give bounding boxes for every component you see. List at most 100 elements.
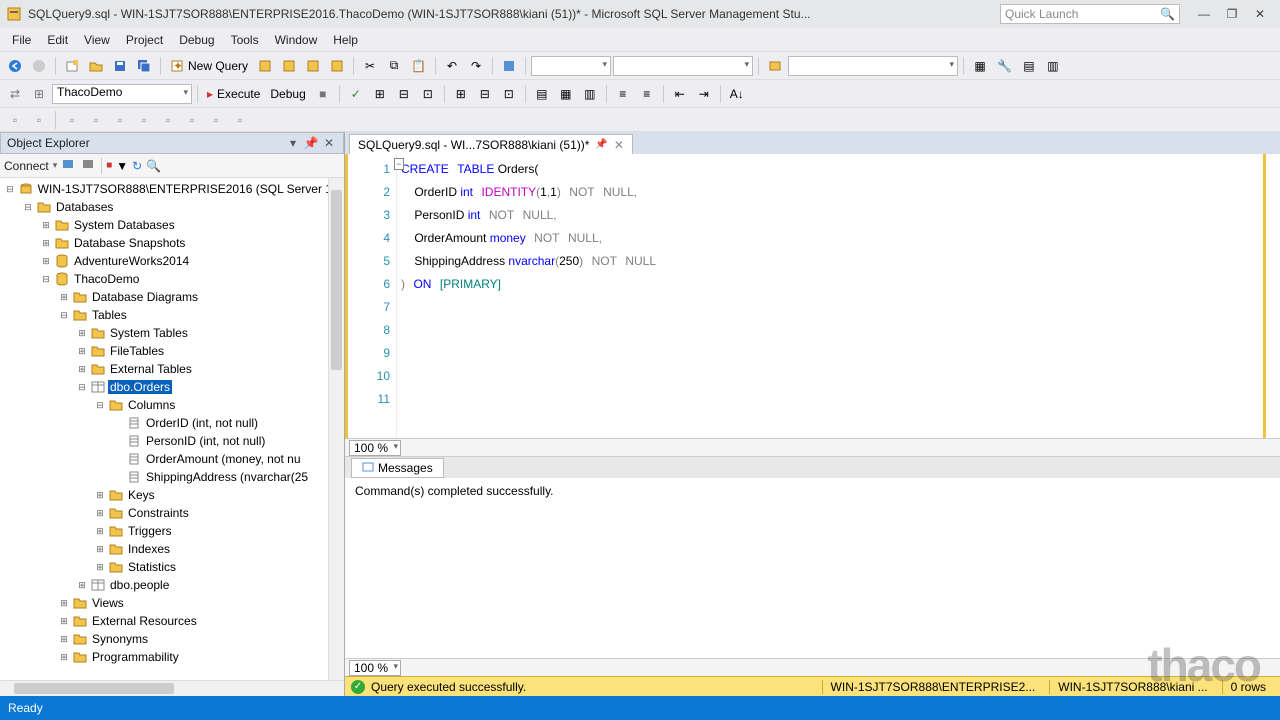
x6-button[interactable]: ▫: [133, 109, 155, 131]
stats-node[interactable]: Statistics: [126, 560, 178, 574]
menu-file[interactable]: File: [4, 30, 39, 50]
editor-tab[interactable]: SQLQuery9.sql - WI...7SOR888\kiani (51))…: [349, 134, 633, 154]
expand-icon[interactable]: ⊞: [58, 598, 70, 609]
dmx-query-button[interactable]: [326, 55, 348, 77]
save-all-button[interactable]: [133, 55, 155, 77]
db-engine-query-button[interactable]: [254, 55, 276, 77]
connect-label[interactable]: Connect: [4, 159, 49, 173]
panel-dropdown-button[interactable]: ▾: [285, 136, 301, 150]
triggers-node[interactable]: Triggers: [126, 524, 174, 538]
stop-icon[interactable]: ■: [106, 160, 112, 171]
execute-button[interactable]: ▸Execute: [203, 83, 264, 105]
expand-icon[interactable]: ⊞: [76, 580, 88, 591]
outline-toggle[interactable]: −: [394, 158, 404, 170]
systables-node[interactable]: System Tables: [108, 326, 190, 340]
code-text[interactable]: −CREATE TABLE Orders( OrderID int IDENTI…: [396, 154, 1266, 438]
x7-button[interactable]: ▫: [157, 109, 179, 131]
cut-button[interactable]: ✂: [359, 55, 381, 77]
columns-node[interactable]: Columns: [126, 398, 177, 412]
col-shipping[interactable]: ShippingAddress (nvarchar(25: [144, 470, 310, 484]
messages-body[interactable]: Command(s) completed successfully.: [345, 478, 1280, 658]
new-query-button[interactable]: ✦ New Query: [166, 55, 252, 77]
nav-back-button[interactable]: [4, 55, 26, 77]
change-connection-button[interactable]: ⇄: [4, 83, 26, 105]
query-options-button[interactable]: ⊟: [393, 83, 415, 105]
analysis-query-button[interactable]: [278, 55, 300, 77]
expand-icon[interactable]: ⊞: [94, 490, 106, 501]
nav-fwd-button[interactable]: [28, 55, 50, 77]
extres-node[interactable]: External Resources: [90, 614, 199, 628]
collapse-icon[interactable]: ⊟: [4, 184, 16, 195]
cancel-query-button[interactable]: ■: [312, 83, 334, 105]
uncomment-button[interactable]: 🔧: [993, 55, 1016, 77]
paste-button[interactable]: 📋: [407, 55, 430, 77]
panel-close-button[interactable]: ✕: [321, 136, 337, 150]
people-node[interactable]: dbo.people: [108, 578, 171, 592]
maximize-button[interactable]: ❐: [1218, 4, 1246, 24]
x5-button[interactable]: ▫: [109, 109, 131, 131]
new-project-button[interactable]: [61, 55, 83, 77]
expand-icon[interactable]: ⊞: [58, 616, 70, 627]
solution-platform-combo[interactable]: [613, 56, 753, 76]
tree-hscrollbar[interactable]: [0, 680, 344, 696]
views-node[interactable]: Views: [90, 596, 126, 610]
collapse-icon[interactable]: ⊟: [76, 382, 88, 393]
zoom-combo[interactable]: 100 %: [349, 440, 401, 456]
indent-button[interactable]: ▤: [1018, 55, 1040, 77]
quick-launch-input[interactable]: Quick Launch 🔍: [1000, 4, 1180, 24]
activity-monitor-button[interactable]: [498, 55, 520, 77]
expand-icon[interactable]: ⊞: [76, 364, 88, 375]
x8-button[interactable]: ▫: [181, 109, 203, 131]
include-live-button[interactable]: ⊡: [498, 83, 520, 105]
close-button[interactable]: ✕: [1246, 4, 1274, 24]
dbsnap-node[interactable]: Database Snapshots: [72, 236, 187, 250]
uncomment-sel-button[interactable]: ≡: [636, 83, 658, 105]
debug-button[interactable]: Debug: [266, 83, 309, 105]
constraints-node[interactable]: Constraints: [126, 506, 191, 520]
available-db-button[interactable]: ⊞: [28, 83, 50, 105]
sysdb-node[interactable]: System Databases: [72, 218, 177, 232]
expand-icon[interactable]: ⊞: [40, 220, 52, 231]
x2-button[interactable]: ▫: [28, 109, 50, 131]
connect-icon[interactable]: [61, 157, 77, 174]
indexes-node[interactable]: Indexes: [126, 542, 172, 556]
collapse-icon[interactable]: ⊟: [58, 310, 70, 321]
x10-button[interactable]: ▫: [229, 109, 251, 131]
filter-icon[interactable]: ▼: [116, 159, 128, 173]
expand-icon[interactable]: ⊞: [76, 346, 88, 357]
collapse-icon[interactable]: ⊟: [22, 202, 34, 213]
menu-edit[interactable]: Edit: [39, 30, 76, 50]
expand-icon[interactable]: ⊞: [94, 526, 106, 537]
keys-node[interactable]: Keys: [126, 488, 157, 502]
object-tree[interactable]: ⊟WIN-1SJT7SOR888\ENTERPRISE2016 (SQL Ser…: [0, 178, 344, 680]
estimated-plan-button[interactable]: ⊞: [369, 83, 391, 105]
tables-node[interactable]: Tables: [90, 308, 129, 322]
prog-node[interactable]: Programmability: [90, 650, 181, 664]
expand-icon[interactable]: ⊞: [58, 634, 70, 645]
expand-icon[interactable]: ⊞: [76, 328, 88, 339]
aw-node[interactable]: AdventureWorks2014: [72, 254, 191, 268]
parse-button[interactable]: ✓: [345, 83, 367, 105]
menu-view[interactable]: View: [76, 30, 118, 50]
expand-icon[interactable]: ⊞: [40, 238, 52, 249]
x3-button[interactable]: ▫: [61, 109, 83, 131]
specify-values-button[interactable]: A↓: [726, 83, 748, 105]
find-combo[interactable]: [788, 56, 958, 76]
synonyms-node[interactable]: Synonyms: [90, 632, 150, 646]
dbdiag-node[interactable]: Database Diagrams: [90, 290, 200, 304]
comment-button[interactable]: ▦: [969, 55, 991, 77]
database-combo[interactable]: ThacoDemo: [52, 84, 192, 104]
comment-sel-button[interactable]: ≡: [612, 83, 634, 105]
solution-config-combo[interactable]: [531, 56, 611, 76]
expand-icon[interactable]: ⊞: [94, 508, 106, 519]
decrease-indent-button[interactable]: ⇤: [669, 83, 691, 105]
expand-icon[interactable]: ⊞: [40, 256, 52, 267]
panel-pin-button[interactable]: 📌: [303, 136, 319, 150]
menu-project[interactable]: Project: [118, 30, 171, 50]
include-stats-button[interactable]: ⊟: [474, 83, 496, 105]
zoom-combo-2[interactable]: 100 %: [349, 660, 401, 676]
tree-vscrollbar[interactable]: [328, 178, 344, 680]
find-button[interactable]: [764, 55, 786, 77]
server-node[interactable]: WIN-1SJT7SOR888\ENTERPRISE2016 (SQL Serv…: [36, 182, 344, 196]
exttables-node[interactable]: External Tables: [108, 362, 194, 376]
